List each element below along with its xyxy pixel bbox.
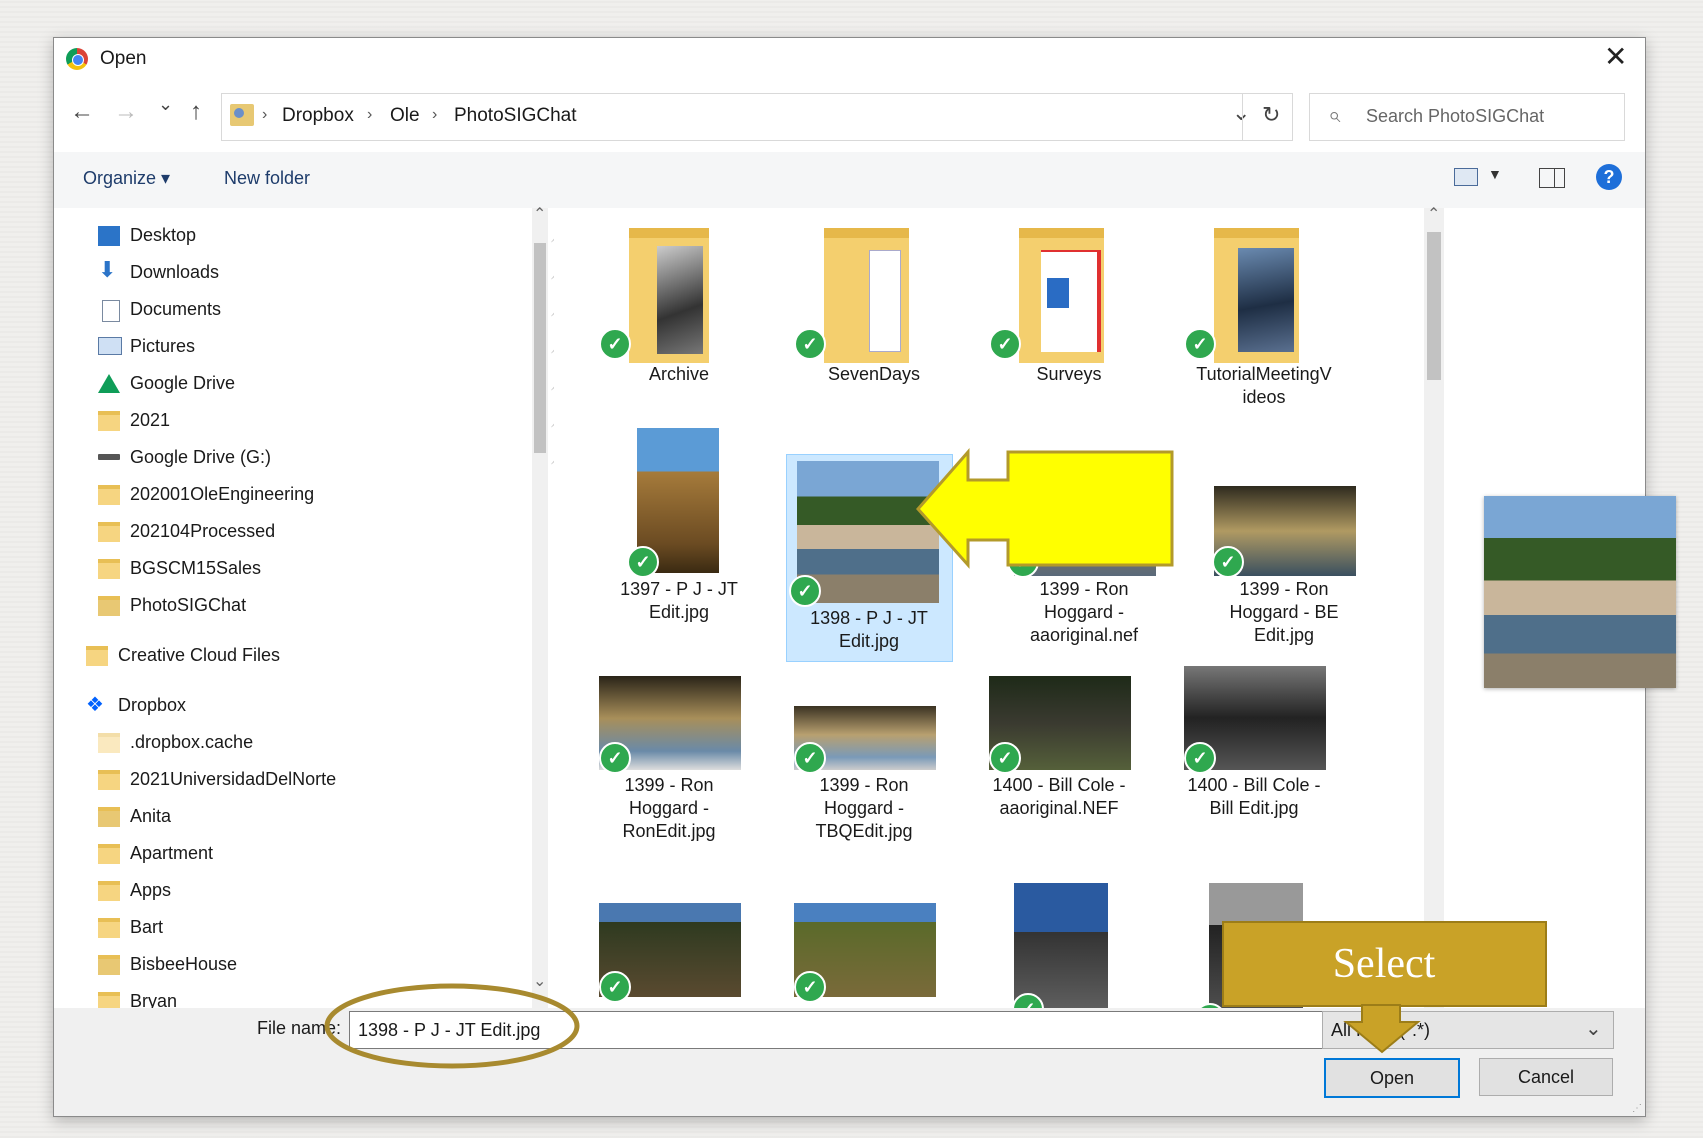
file-name-highlight-ellipse bbox=[324, 983, 580, 1069]
annotation-overlay: Select bbox=[324, 448, 1547, 1069]
select-callout-arrow bbox=[1343, 1004, 1421, 1054]
select-callout-label: Select bbox=[1333, 941, 1436, 987]
yellow-arrow-annotation bbox=[915, 448, 1174, 569]
